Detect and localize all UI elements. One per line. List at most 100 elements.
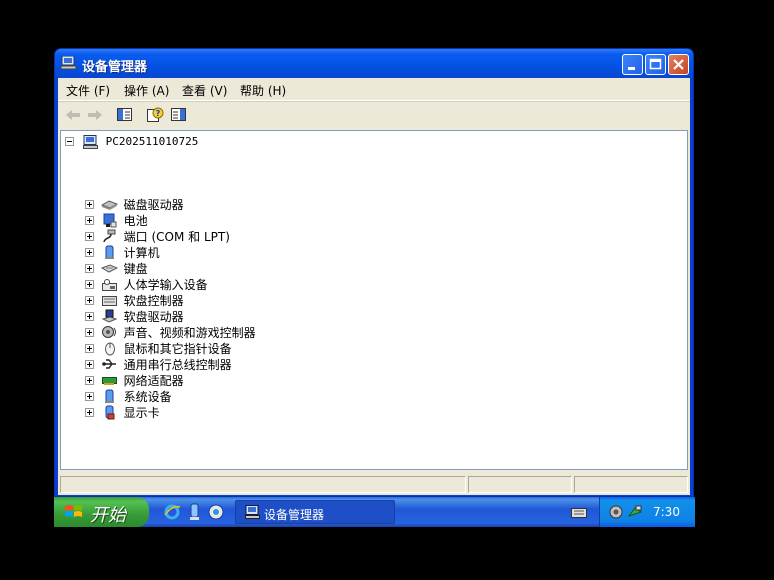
close-icon [673, 59, 684, 70]
svg-text:?: ? [156, 109, 161, 118]
expand-icon[interactable] [85, 216, 94, 225]
maximize-icon [649, 58, 662, 70]
usb-icon [102, 359, 116, 369]
clock: 7:30 [653, 505, 680, 519]
expand-icon[interactable] [85, 312, 94, 321]
forward-arrow-icon[interactable] [86, 107, 104, 123]
status-cell-2 [468, 476, 572, 493]
expand-icon[interactable] [85, 408, 94, 417]
help-icon[interactable]: ? [146, 107, 164, 123]
tree-item-sound-video-game[interactable]: 声音、视频和游戏控制器 [85, 324, 256, 340]
tree-item-computer[interactable]: 计算机 [85, 244, 160, 260]
show-desktop-icon[interactable] [186, 503, 204, 521]
device-tree[interactable]: PC202511010725 磁盘驱动器 电池 端口 (COM 和 LPT) 计… [60, 130, 688, 470]
sound-icon [101, 326, 116, 338]
expand-icon[interactable] [85, 200, 94, 209]
tree-item-system-devices[interactable]: 系统设备 [85, 388, 172, 404]
status-cell-main [60, 476, 466, 493]
floppy-controller-icon [101, 296, 117, 306]
floppy-drive-icon [101, 309, 118, 323]
tree-item-network-adapters[interactable]: 网络适配器 [85, 372, 184, 388]
expand-icon[interactable] [85, 264, 94, 273]
tree-item-label: 软盘驱动器 [123, 310, 184, 324]
computer-icon [245, 505, 260, 519]
computer-icon [61, 56, 77, 70]
keyboard-icon [100, 264, 118, 273]
tree-root[interactable]: PC202511010725 [65, 134, 198, 150]
tree-item-keyboard[interactable]: 键盘 [85, 260, 148, 276]
back-arrow-icon[interactable] [64, 107, 82, 123]
expand-icon[interactable] [85, 376, 94, 385]
menu-view[interactable]: 查看 (V) [182, 82, 227, 99]
tree-root-label: PC202511010725 [105, 135, 199, 148]
task-device-manager[interactable]: 设备管理器 [235, 500, 395, 524]
minimize-icon [628, 67, 635, 70]
battery-icon [103, 213, 117, 228]
tree-item-label: 端口 (COM 和 LPT) [123, 230, 230, 244]
status-bar [58, 473, 690, 495]
tree-item-label: 声音、视频和游戏控制器 [123, 326, 256, 340]
tree-item-label: 鼠标和其它指针设备 [123, 342, 232, 356]
taskbar: 开始 设备管理器 7:30 [54, 497, 695, 527]
media-player-icon[interactable] [207, 503, 225, 521]
start-button[interactable]: 开始 [54, 497, 149, 527]
tree-item-label: 人体学输入设备 [123, 278, 208, 292]
computer-icon [82, 134, 98, 149]
disk-drive-icon [100, 200, 118, 210]
expand-icon[interactable] [85, 296, 94, 305]
keyboard-language-icon[interactable] [571, 506, 587, 519]
expand-icon[interactable] [85, 248, 94, 257]
start-label: 开始 [90, 505, 126, 525]
tree-item-label: 显示卡 [123, 406, 160, 420]
maximize-button[interactable] [645, 54, 666, 75]
tree-item-label: 磁盘驱动器 [123, 198, 184, 212]
menu-help[interactable]: 帮助 (H) [240, 82, 286, 99]
tree-item-label: 通用串行总线控制器 [123, 358, 232, 372]
display-adapter-icon [105, 405, 115, 420]
tree-item-label: 软盘控制器 [123, 294, 184, 308]
status-cell-3 [574, 476, 688, 493]
computer-icon [104, 245, 114, 259]
tree-item-label: 系统设备 [123, 390, 172, 404]
show-hide-console-tree-icon[interactable] [116, 107, 134, 123]
internet-explorer-icon[interactable] [163, 503, 181, 521]
collapse-icon[interactable] [65, 137, 74, 146]
tree-item-label: 电池 [123, 214, 148, 228]
expand-icon[interactable] [85, 280, 94, 289]
menu-file[interactable]: 文件 (F) [66, 82, 110, 99]
expand-icon[interactable] [85, 232, 94, 241]
volume-icon[interactable] [608, 504, 624, 520]
expand-icon[interactable] [85, 360, 94, 369]
minimize-button[interactable] [622, 54, 643, 75]
system-device-icon [104, 389, 114, 403]
expand-icon[interactable] [85, 344, 94, 353]
tree-item-display-adapters[interactable]: 显示卡 [85, 404, 160, 420]
title-bar[interactable]: 设备管理器 [55, 49, 693, 78]
window-client-area: 文件 (F) 操作 (A) 查看 (V) 帮助 (H) ? PC20251101… [58, 78, 690, 495]
show-hide-action-pane-icon[interactable] [170, 107, 188, 123]
tree-item-floppy-controllers[interactable]: 软盘控制器 [85, 292, 184, 308]
window-title: 设备管理器 [82, 60, 148, 75]
hid-icon [101, 279, 117, 291]
mouse-icon [104, 342, 115, 356]
expand-icon[interactable] [85, 328, 94, 337]
system-tray: 7:30 [599, 497, 695, 527]
menu-bar: 文件 (F) 操作 (A) 查看 (V) 帮助 (H) [58, 78, 690, 101]
port-icon [103, 229, 116, 243]
tree-item-hid[interactable]: 人体学输入设备 [85, 276, 208, 292]
tree-item-ports[interactable]: 端口 (COM 和 LPT) [85, 228, 230, 244]
menu-action[interactable]: 操作 (A) [124, 82, 169, 99]
tree-item-battery[interactable]: 电池 [85, 212, 148, 228]
tree-item-label: 网络适配器 [123, 374, 184, 388]
tree-item-usb[interactable]: 通用串行总线控制器 [85, 356, 232, 372]
close-button[interactable] [668, 54, 689, 75]
toolbar: ? [58, 101, 690, 128]
expand-icon[interactable] [85, 392, 94, 401]
task-label: 设备管理器 [264, 508, 325, 522]
tree-item-label: 键盘 [123, 262, 148, 276]
safely-remove-hardware-icon[interactable] [627, 504, 643, 520]
tree-item-disk-drives[interactable]: 磁盘驱动器 [85, 196, 184, 212]
network-adapter-icon [101, 377, 117, 385]
tree-item-mouse[interactable]: 鼠标和其它指针设备 [85, 340, 232, 356]
tree-item-floppy-drives[interactable]: 软盘驱动器 [85, 308, 184, 324]
